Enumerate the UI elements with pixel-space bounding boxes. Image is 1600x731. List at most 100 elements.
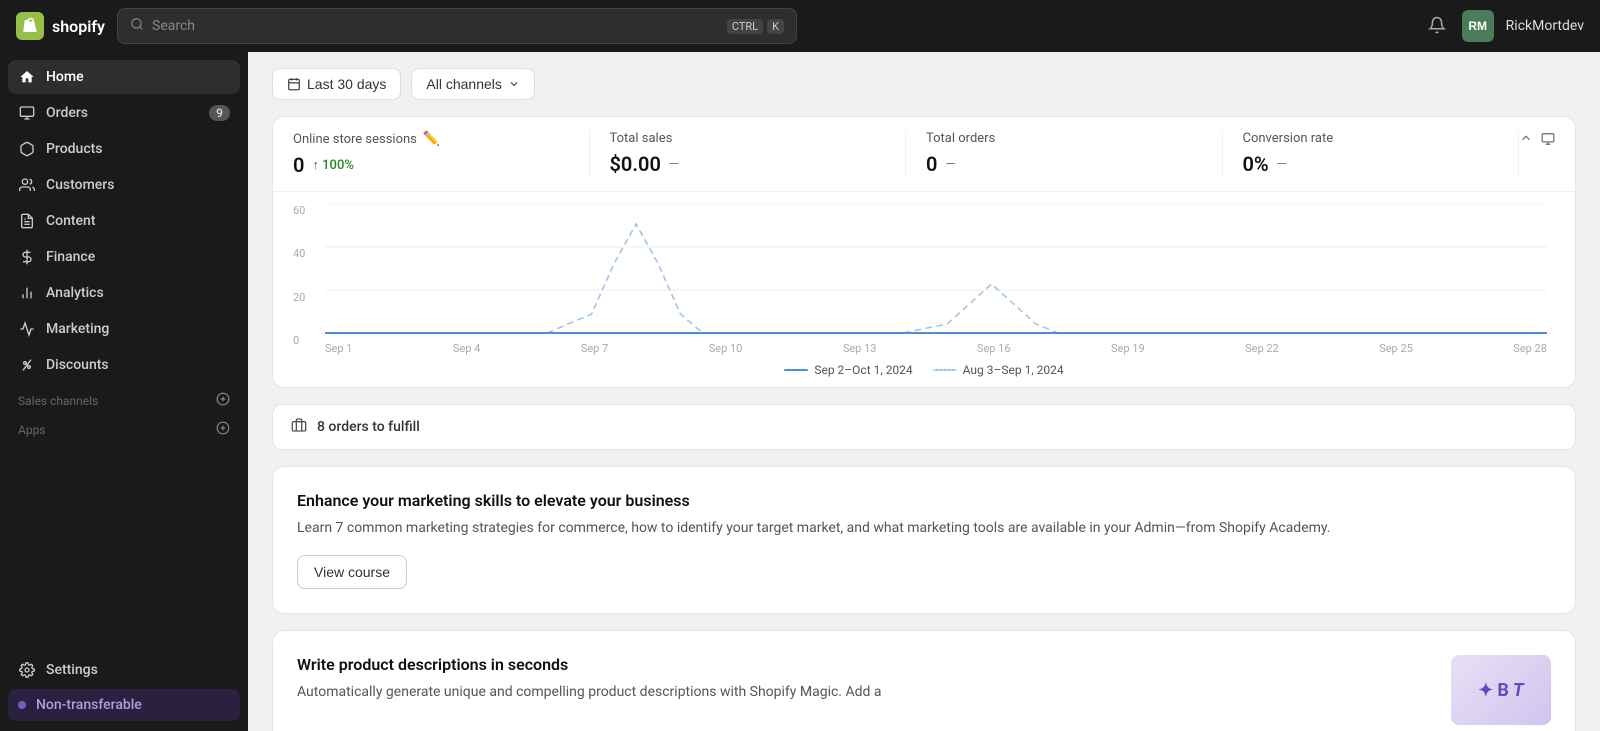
legend-prev: Aug 3–Sep 1, 2024	[933, 363, 1064, 377]
conversion-rate-change: —	[1277, 157, 1287, 172]
stats-header: Online store sessions ✏️ 0 ↑ 100% Total …	[273, 117, 1575, 192]
sidebar-settings-label: Settings	[46, 662, 98, 678]
stat-total-orders: Total orders 0 —	[906, 131, 1223, 176]
total-sales-value: $0.00	[610, 152, 661, 176]
apps-label: Apps	[18, 423, 46, 437]
italic-icon: T	[1513, 680, 1524, 701]
conversion-rate-value: 0%	[1243, 152, 1269, 176]
user-name: RickMortdev	[1506, 18, 1584, 34]
analytics-icon	[18, 284, 36, 302]
total-sales-change: —	[669, 157, 679, 172]
sidebar-item-content[interactable]: Content	[8, 204, 240, 238]
sidebar-item-home[interactable]: Home	[8, 60, 240, 94]
view-course-button[interactable]: View course	[297, 555, 407, 589]
sidebar-content-label: Content	[46, 213, 96, 229]
apps-expand-icon[interactable]	[216, 421, 230, 438]
notifications-button[interactable]	[1424, 12, 1450, 41]
non-transferable-dot	[18, 701, 26, 709]
content-area: Last 30 days All channels Online store s…	[248, 52, 1600, 731]
collapse-stats-button[interactable]	[1519, 131, 1533, 150]
online-sessions-pct: ↑ 100%	[312, 157, 353, 173]
marketing-icon	[18, 320, 36, 338]
channel-filter-button[interactable]: All channels	[411, 68, 535, 100]
sidebar-item-discounts[interactable]: Discounts	[8, 348, 240, 382]
logo-text: shopify	[52, 17, 105, 36]
sidebar-home-label: Home	[46, 69, 84, 85]
promo1-title: Enhance your marketing skills to elevate…	[297, 491, 1551, 510]
sales-channels-section: Sales channels	[8, 384, 240, 413]
promo-card-ai: Write product descriptions in seconds Au…	[272, 630, 1576, 731]
chart-svg	[325, 204, 1547, 338]
date-range-label: Last 30 days	[307, 76, 386, 92]
stats-card: Online store sessions ✏️ 0 ↑ 100% Total …	[272, 116, 1576, 388]
sidebar-item-settings[interactable]: Settings	[8, 653, 240, 687]
shopify-bag-icon	[16, 12, 44, 40]
sidebar-item-orders[interactable]: Orders 9	[8, 96, 240, 130]
search-input-label: Search	[152, 18, 719, 34]
magic-icons: ✦ B T	[1478, 680, 1523, 701]
promo2-title: Write product descriptions in seconds	[297, 655, 1431, 674]
export-chart-button[interactable]	[1541, 132, 1555, 149]
sidebar: Home Orders 9 Products Customers C	[0, 52, 248, 731]
topbar: shopify Search CTRL K RM RickMortdev	[0, 0, 1600, 52]
stats-header-actions	[1519, 131, 1555, 150]
promo-card-marketing: Enhance your marketing skills to elevate…	[272, 466, 1576, 614]
sidebar-item-analytics[interactable]: Analytics	[8, 276, 240, 310]
discounts-icon	[18, 356, 36, 374]
sales-channels-label: Sales channels	[18, 394, 98, 408]
settings-icon	[18, 661, 36, 679]
orders-badge: 9	[209, 105, 230, 121]
products-icon	[18, 140, 36, 158]
sidebar-item-non-transferable[interactable]: Non-transferable	[8, 689, 240, 721]
search-shortcut: CTRL K	[727, 19, 784, 34]
edit-sessions-icon[interactable]: ✏️	[423, 131, 440, 147]
content-icon	[18, 212, 36, 230]
sidebar-products-label: Products	[46, 141, 103, 157]
chart-y-labels: 60 40 20 0	[293, 204, 305, 347]
legend-current-label: Sep 2–Oct 1, 2024	[814, 363, 912, 377]
non-transferable-label: Non-transferable	[36, 697, 142, 713]
main-layout: Home Orders 9 Products Customers C	[0, 52, 1600, 731]
legend-current: Sep 2–Oct 1, 2024	[784, 363, 912, 377]
total-orders-change: —	[945, 157, 955, 172]
channel-filter-label: All channels	[426, 76, 502, 92]
promo2-image: ✦ B T	[1451, 655, 1551, 725]
total-orders-value: 0	[926, 152, 937, 176]
chart-legend: Sep 2–Oct 1, 2024 Aug 3–Sep 1, 2024	[293, 363, 1555, 377]
logo: shopify	[16, 12, 105, 40]
promo1-description: Learn 7 common marketing strategies for …	[297, 518, 1551, 539]
sidebar-item-products[interactable]: Products	[8, 132, 240, 166]
date-range-button[interactable]: Last 30 days	[272, 68, 401, 100]
sidebar-analytics-label: Analytics	[46, 285, 104, 301]
filter-bar: Last 30 days All channels	[272, 68, 1576, 100]
search-bar[interactable]: Search CTRL K	[117, 8, 797, 44]
apps-section: Apps	[8, 413, 240, 442]
stat-conversion-rate: Conversion rate 0% —	[1223, 131, 1520, 176]
search-icon	[130, 17, 144, 35]
orders-bar[interactable]: 8 orders to fulfill	[272, 404, 1576, 450]
customers-icon	[18, 176, 36, 194]
sidebar-customers-label: Customers	[46, 177, 114, 193]
topbar-right: RM RickMortdev	[1424, 10, 1584, 42]
promo2-description: Automatically generate unique and compel…	[297, 682, 1431, 703]
total-orders-label: Total orders	[926, 131, 995, 146]
total-sales-label: Total sales	[610, 131, 673, 146]
sidebar-finance-label: Finance	[46, 249, 95, 265]
sidebar-item-customers[interactable]: Customers	[8, 168, 240, 202]
sidebar-item-finance[interactable]: Finance	[8, 240, 240, 274]
online-sessions-value: 0	[293, 153, 304, 177]
sidebar-item-marketing[interactable]: Marketing	[8, 312, 240, 346]
orders-icon	[18, 104, 36, 122]
home-icon	[18, 68, 36, 86]
sidebar-orders-label: Orders	[46, 105, 88, 121]
avatar-button[interactable]: RM	[1462, 10, 1494, 42]
k-key: K	[767, 19, 784, 34]
legend-prev-label: Aug 3–Sep 1, 2024	[963, 363, 1064, 377]
sales-channels-expand-icon[interactable]	[216, 392, 230, 409]
bold-icon: B	[1497, 680, 1509, 701]
conversion-rate-label: Conversion rate	[1243, 131, 1334, 146]
orders-fulfill-label: 8 orders to fulfill	[317, 419, 420, 435]
chart-area: 60 40 20 0	[273, 192, 1575, 387]
legend-current-line	[784, 369, 808, 371]
promo2-text: Write product descriptions in seconds Au…	[297, 655, 1431, 703]
